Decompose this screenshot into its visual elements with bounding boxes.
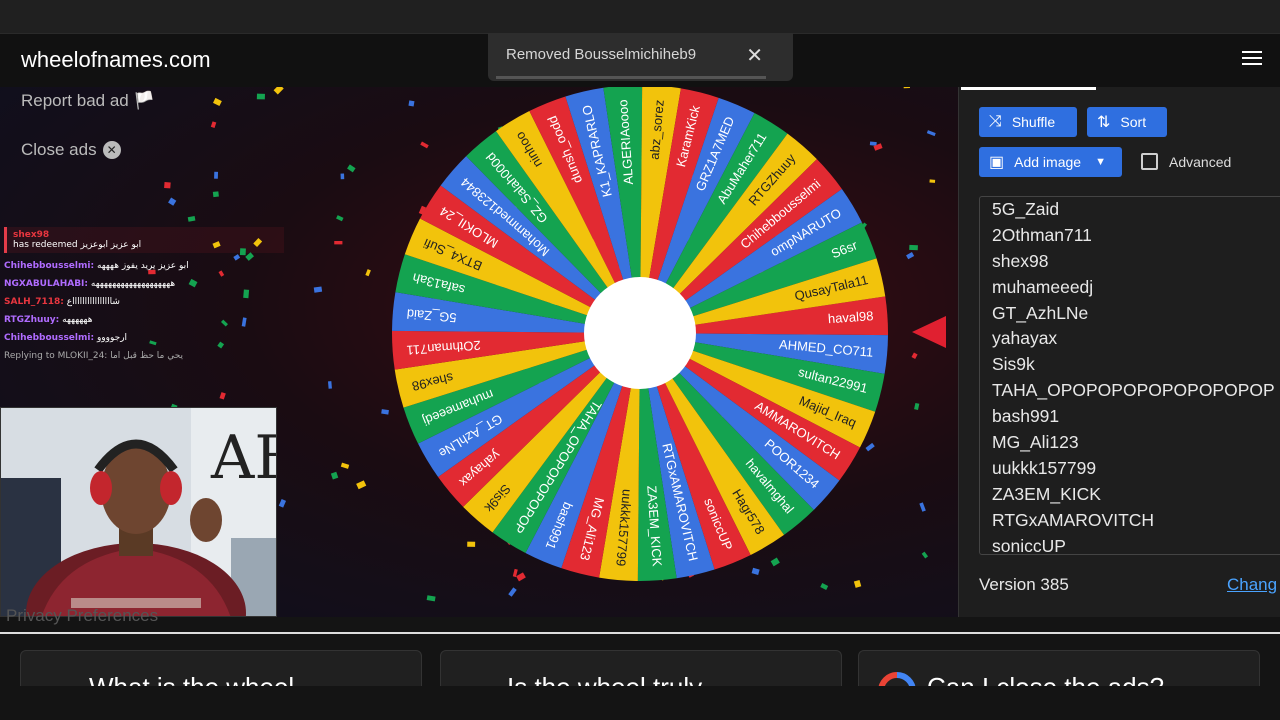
add-image-button[interactable]: ▣ Add image ▼	[979, 147, 1122, 177]
entry-line: soniccUP	[992, 535, 1066, 555]
chat-user: NGXABULAHABI:	[4, 279, 88, 289]
stream-chat-overlay: shex98 has redeemed ابو عزيز ابوعزيز Chi…	[4, 227, 284, 412]
entry-line: muhameeedj	[992, 276, 1094, 297]
entry-line: 5G_Zaid	[992, 199, 1060, 219]
streamer-webcam: AB	[0, 407, 277, 617]
close-ads-label: Close ads	[21, 140, 97, 159]
shuffle-label: Shuffle	[1011, 114, 1056, 130]
chat-user: Chihebbousselmi:	[4, 261, 95, 271]
entry-line: RTGxAMAROVITCH	[992, 509, 1155, 530]
shuffle-icon: ⤨	[989, 113, 1002, 130]
toast-message: Removed Bousselmichiheb9	[506, 46, 697, 63]
chat-message: RTGZhuuy: ههههههه	[4, 315, 284, 325]
webcam-wall-text: AB	[210, 423, 277, 493]
chevron-down-icon: ▼	[1095, 156, 1106, 168]
entry-line: GT_AzhLNe	[992, 302, 1089, 323]
close-circle-icon: ✕	[102, 141, 121, 159]
entry-line: uukkk157799	[992, 457, 1097, 478]
report-bad-ad-link[interactable]: Report bad ad 🏳️	[21, 91, 155, 111]
browser-top-strip	[0, 0, 1280, 33]
chat-text: شااااااااااااااااع	[63, 297, 120, 307]
chat-text: has redeemed ابو عزيز ابوعزيز	[13, 240, 142, 250]
close-icon[interactable]: ✕	[746, 43, 763, 68]
sort-button[interactable]: ⇅ Sort	[1087, 107, 1167, 137]
entry-line: shex98	[992, 250, 1049, 271]
chat-text: ارجوووو	[94, 333, 128, 343]
entry-line: MG_Ali123	[992, 432, 1079, 453]
version-label: Version 385	[979, 575, 1069, 594]
wheel-label: haval98	[827, 308, 873, 326]
entry-line: TAHA_OPOPOPOPOPOPOPOPOP	[992, 380, 1275, 401]
advanced-label: Advanced	[1169, 154, 1232, 170]
name-wheel[interactable]: haval98AHMED_CO711sultan22991Majid_IraqA…	[358, 87, 920, 587]
chat-message: SALH_7118: شااااااااااااااااع	[4, 297, 284, 307]
chat-reply: Replying to MLOKII_24: يحي ما حظ قبل اما	[4, 351, 184, 361]
entry-line: yahayax	[992, 328, 1058, 349]
wheel-center[interactable]	[584, 277, 696, 389]
wheel-pointer-icon	[912, 316, 946, 348]
site-logo[interactable]: wheelofnames.com	[21, 47, 211, 73]
changelog-link[interactable]: Chang	[1227, 575, 1277, 595]
chat-user: shex98	[13, 230, 50, 240]
sort-label: Sort	[1120, 114, 1147, 130]
webcam-image: AB	[1, 408, 277, 616]
removed-toast: Removed Bousselmichiheb9 ✕	[488, 33, 793, 81]
chat-text: ههههههه	[59, 315, 93, 325]
entry-line: Sis9k	[992, 354, 1035, 375]
chat-text: ابو عزيز يريد يفوز ههههه	[94, 261, 189, 271]
chat-user: RTGZhuuy:	[4, 315, 60, 325]
entry-line: ZA3EM_KICK	[992, 483, 1101, 504]
chat-redeem: shex98 has redeemed ابو عزيز ابوعزيز	[4, 227, 284, 253]
tab-entries-indicator	[961, 87, 1096, 90]
add-image-label: Add image	[1014, 154, 1082, 170]
entries-panel: ⤨ Shuffle ⇅ Sort ▣ Add image ▼ Advanced 5G_Z…	[958, 87, 1280, 617]
advanced-checkbox[interactable]	[1141, 153, 1158, 170]
chat-message: NGXABULAHABI: هههههههههههههههههههه	[4, 279, 284, 289]
entry-line: 2Othman711	[992, 224, 1092, 245]
close-ads-link[interactable]: Close ads ✕	[21, 140, 121, 160]
section-divider	[0, 632, 1280, 634]
chat-text: هههههههههههههههههههه	[88, 279, 176, 289]
privacy-preferences-link[interactable]: Privacy Preferences	[6, 606, 158, 626]
entry-line: bash991	[992, 406, 1060, 427]
chat-message: Chihebbousselmi: ارجوووو	[4, 333, 284, 343]
toast-progress	[496, 76, 766, 79]
chat-user: SALH_7118:	[4, 297, 64, 307]
menu-icon[interactable]	[1242, 51, 1262, 67]
chat-user: Chihebbousselmi:	[4, 333, 95, 343]
image-icon: ▣	[989, 154, 1005, 171]
bottom-black-band	[0, 686, 1280, 720]
shuffle-button[interactable]: ⤨ Shuffle	[979, 107, 1077, 137]
sort-icon: ⇅	[1097, 114, 1111, 131]
chat-message: Chihebbousselmi: ابو عزيز يريد يفوز هههه…	[4, 261, 284, 271]
entries-textarea[interactable]: 5G_Zaid 2Othman711 shex98 muhameeedj GT_AzhL…	[979, 196, 1280, 555]
